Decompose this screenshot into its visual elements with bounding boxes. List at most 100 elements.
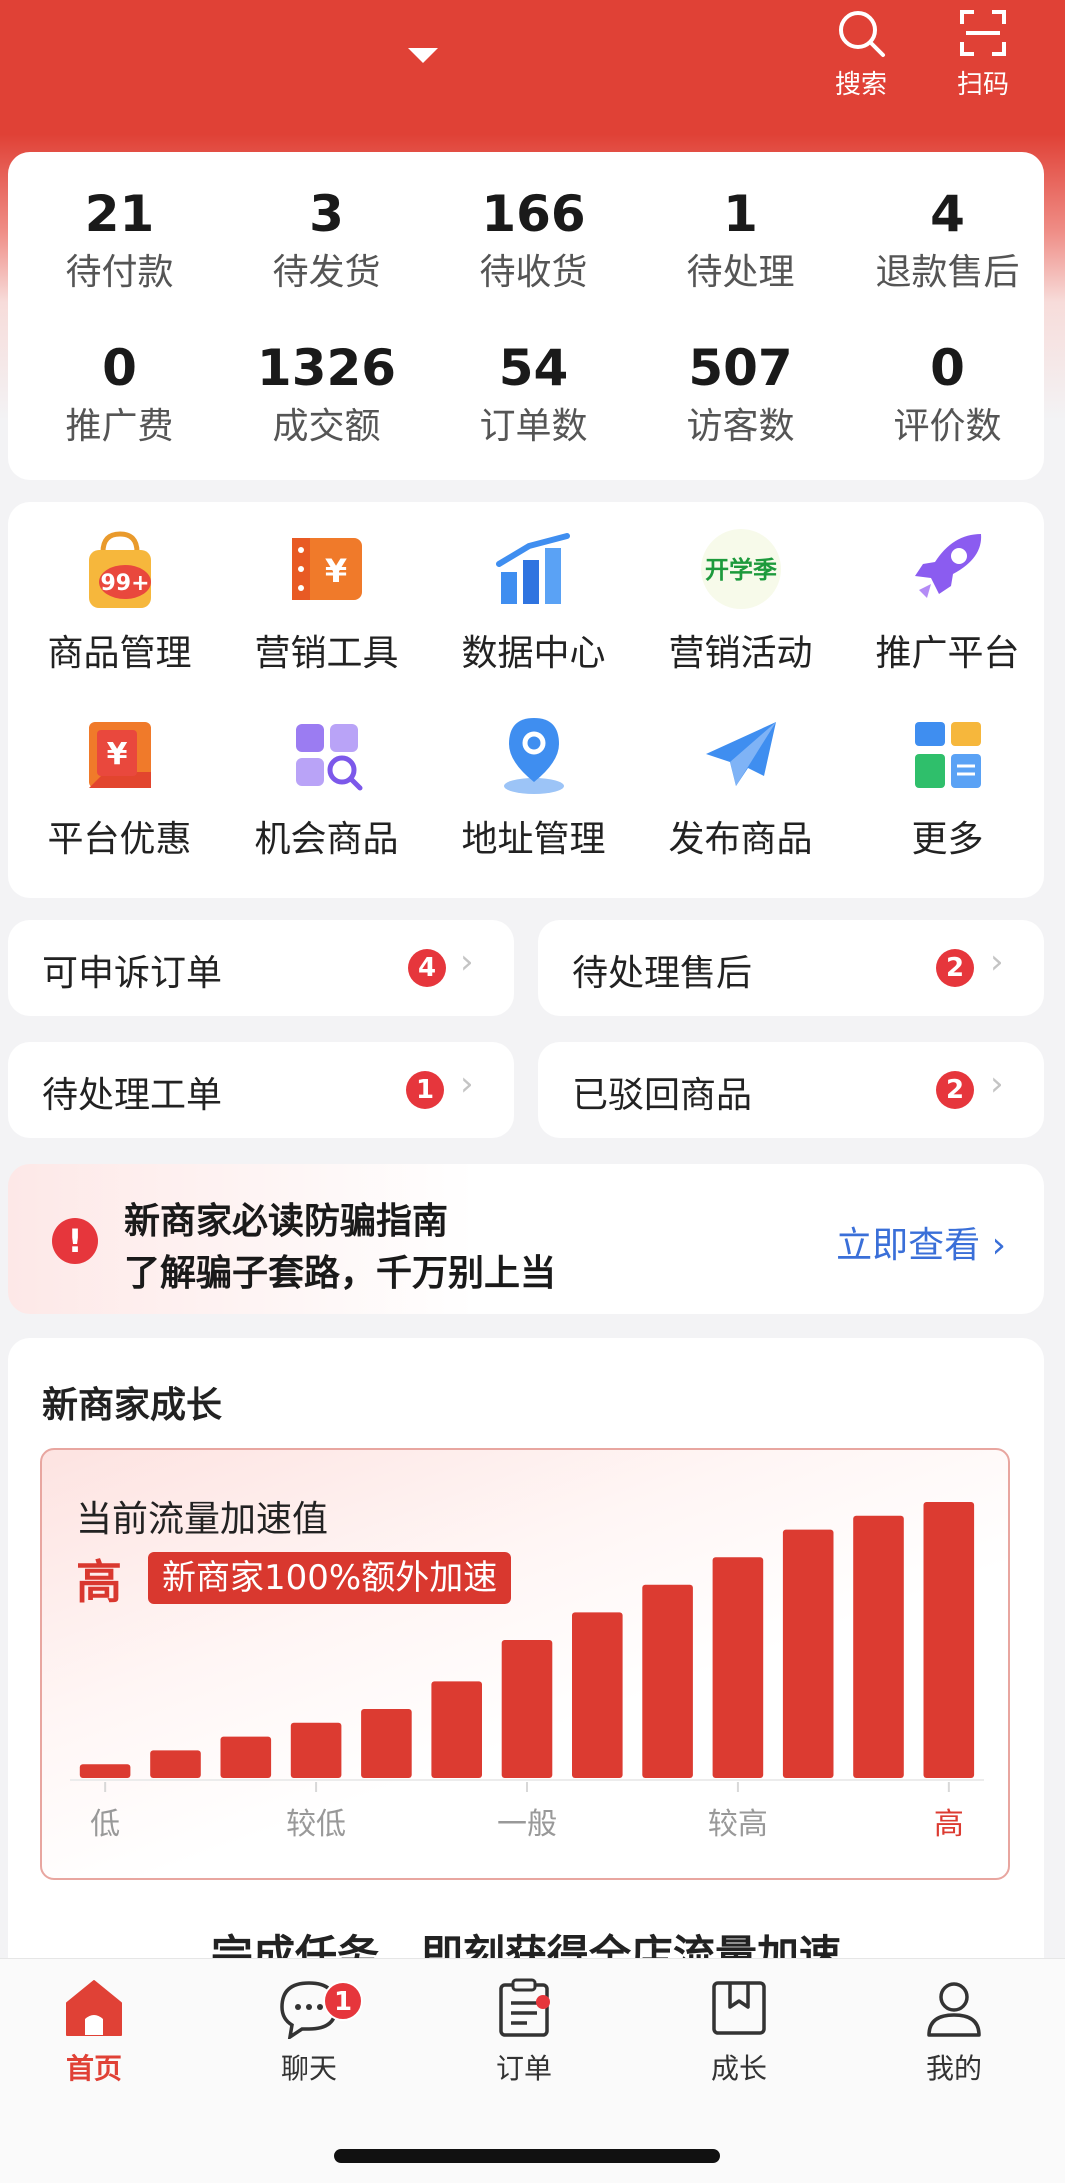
profile-icon [927, 1982, 981, 2037]
paper-plane-icon [705, 722, 776, 786]
tool-data-center[interactable]: 数据中心 [430, 524, 637, 676]
chart-bar [501, 1640, 553, 1778]
quick-link-pending-after-sale[interactable]: 待处理售后 2 › [538, 920, 1044, 1016]
stat-value: 4 [930, 185, 965, 243]
store-switch-caret-icon[interactable] [408, 48, 438, 63]
tool-label: 平台优惠 [47, 819, 192, 860]
count-badge: 1 [406, 1071, 444, 1109]
chevron-right-icon: › [460, 1064, 474, 1104]
chart-bar [150, 1750, 201, 1778]
tool-label: 营销活动 [668, 633, 813, 674]
quick-link-rejected-products[interactable]: 已驳回商品 2 › [538, 1042, 1044, 1138]
chevron-right-icon: › [460, 942, 474, 982]
rocket-icon [914, 534, 981, 598]
quick-link-label: 待处理工单 [42, 1075, 223, 1116]
chart-bar [431, 1681, 482, 1778]
orders-notification-dot [536, 1995, 550, 2009]
quick-link-pending-tickets[interactable]: 待处理工单 1 › [8, 1042, 514, 1138]
quick-link-appealable-orders[interactable]: 可申诉订单 4 › [8, 920, 514, 1016]
new-merchant-growth-card: 新商家成长 当前流量加速值 高 新商家100%额外加速 低较低 一般 较高高 完成任… [8, 1338, 1044, 2038]
tool-label: 更多 [911, 819, 984, 860]
chart-bar [79, 1764, 131, 1778]
notice-subtitle: 了解骗子套路，千万别上当 [124, 1253, 557, 1294]
view-now-link[interactable]: 立即查看 › [836, 1216, 1006, 1268]
tab-growth[interactable]: 成长 [659, 1977, 819, 2087]
stat-label: 退款售后 [875, 252, 1020, 293]
stat-gmv[interactable]: 1326 成交额 [223, 338, 430, 450]
traffic-boost-chart[interactable]: 当前流量加速值 高 新商家100%额外加速 低较低 一般 较高高 [40, 1448, 1010, 1880]
notice-title: 新商家必读防骗指南 [124, 1201, 449, 1242]
school-season-text: 开学季 [705, 556, 777, 584]
stat-label: 待收货 [479, 252, 588, 293]
home-indicator [334, 2149, 720, 2163]
tool-label: 推广平台 [875, 633, 1020, 674]
chart-bar [923, 1502, 975, 1778]
stat-visitor-count[interactable]: 507 访客数 [637, 338, 844, 450]
stat-label: 成交额 [272, 406, 381, 447]
stat-pending-payment[interactable]: 21 待付款 [16, 184, 223, 296]
coupon-symbol-text: ¥ [324, 552, 346, 590]
tool-label: 机会商品 [254, 819, 399, 860]
search-label: 搜索 [834, 70, 887, 100]
tab-chat[interactable]: 1 聊天 [229, 1977, 389, 2087]
tab-label: 首页 [65, 2052, 122, 2085]
tab-profile[interactable]: 我的 [874, 1977, 1034, 2087]
tab-home[interactable]: 首页 [14, 1977, 174, 2087]
stat-value: 3 [309, 185, 344, 243]
stat-label: 待处理 [686, 252, 795, 293]
chart-svg: 低 较低 一般 较高 高 [70, 1502, 984, 1842]
tool-promotion-platform[interactable]: 推广平台 [844, 524, 1051, 676]
tab-label: 我的 [925, 2052, 982, 2085]
tab-label: 聊天 [280, 2052, 337, 2085]
tool-label: 数据中心 [461, 633, 606, 674]
quick-link-label: 可申诉订单 [42, 953, 223, 994]
stat-pending-receipt[interactable]: 166 待收货 [430, 184, 637, 296]
tool-marketing-activities[interactable]: 开学季 营销活动 [637, 524, 844, 676]
scan-label: 扫码 [956, 70, 1009, 100]
stat-value: 507 [688, 339, 793, 397]
tool-platform-discounts[interactable]: ¥ 平台优惠 [16, 710, 223, 862]
stat-label: 待付款 [65, 252, 174, 293]
order-stats-card: 21 待付款 3 待发货 166 待收货 1 待处理 4 退款售后 0 推广费 … [8, 152, 1044, 480]
chevron-right-icon: › [991, 1225, 1006, 1266]
stat-review-count[interactable]: 0 评价数 [844, 338, 1051, 450]
view-now-label: 立即查看 [836, 1225, 981, 1266]
anti-fraud-notice-card[interactable]: ! 新商家必读防骗指南 了解骗子套路，千万别上当 立即查看 › [8, 1164, 1044, 1314]
tool-label: 商品管理 [47, 633, 192, 674]
coupon-icon: ¥ [291, 538, 362, 600]
stat-value: 1326 [256, 339, 397, 397]
chart-tick-label: 较高 [708, 1807, 768, 1842]
stat-label: 访客数 [686, 406, 795, 447]
stat-promotion-fee[interactable]: 0 推广费 [16, 338, 223, 450]
tool-more[interactable]: 更多 [844, 710, 1051, 862]
alert-icon: ! [52, 1218, 98, 1264]
tool-publish-product[interactable]: 发布商品 [637, 710, 844, 862]
stat-pending-process[interactable]: 1 待处理 [637, 184, 844, 296]
stat-label: 待发货 [272, 252, 381, 293]
chart-tick-label: 低 [90, 1807, 120, 1842]
search-icon [839, 11, 885, 57]
tool-marketing-tools[interactable]: ¥ 营销工具 [223, 524, 430, 676]
stat-refund-after-sale[interactable]: 4 退款售后 [844, 184, 1051, 296]
search-button[interactable]: 搜索 [816, 6, 906, 101]
stat-pending-shipment[interactable]: 3 待发货 [223, 184, 430, 296]
chart-bar [712, 1557, 764, 1778]
tool-product-management[interactable]: 99+ 商品管理 [16, 524, 223, 676]
tab-orders[interactable]: 订单 [444, 1977, 604, 2087]
stat-value: 0 [102, 339, 137, 397]
chart-bar [782, 1529, 834, 1778]
chat-unread-badge: 1 [323, 1981, 363, 2021]
tool-label: 营销工具 [254, 633, 399, 674]
bag-badge-text: 99+ [100, 571, 149, 596]
tool-address-management[interactable]: 地址管理 [430, 710, 637, 862]
stat-label: 评价数 [893, 406, 1002, 447]
home-icon [66, 1980, 122, 2036]
chart-bar [220, 1736, 272, 1778]
tool-opportunity-products[interactable]: 机会商品 [223, 710, 430, 862]
scan-button[interactable]: 扫码 [938, 6, 1028, 101]
stat-order-count[interactable]: 54 订单数 [430, 338, 637, 450]
chevron-right-icon: › [990, 1064, 1004, 1104]
stat-value: 21 [84, 185, 155, 243]
scan-icon [960, 10, 1006, 56]
stat-value: 54 [498, 339, 569, 397]
